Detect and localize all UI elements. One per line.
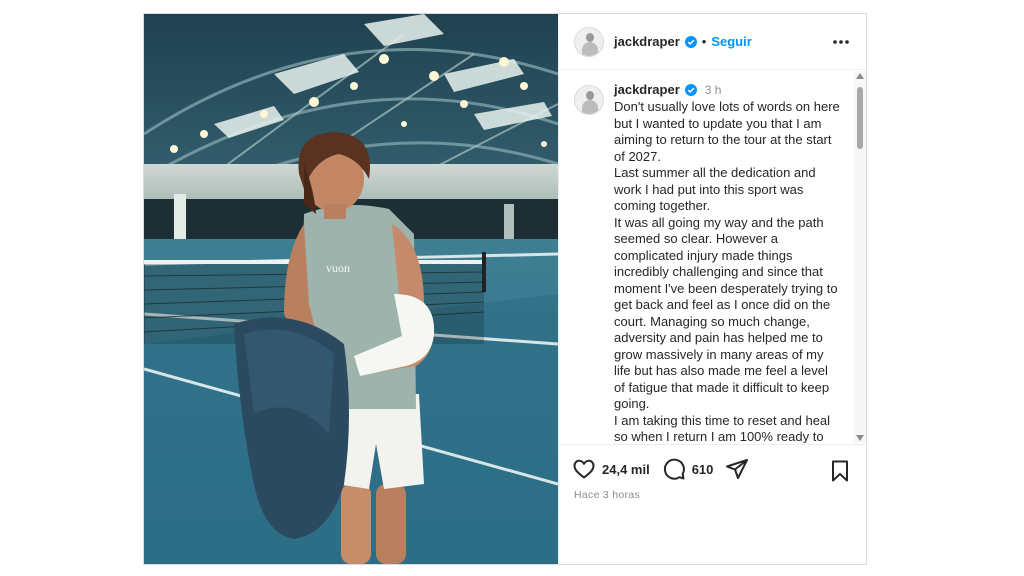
caption-paragraph: It was all going my way and the path see… xyxy=(614,214,838,412)
scroll-up-arrow-icon[interactable] xyxy=(856,73,864,79)
caption-body: jackdraper 3 h Don't usually love lots o… xyxy=(614,81,842,443)
like-button[interactable] xyxy=(572,457,596,481)
avatar-body xyxy=(582,41,598,56)
scroll-down-arrow-icon[interactable] xyxy=(856,435,864,441)
header-username[interactable]: jackdraper xyxy=(614,34,680,49)
post-photo[interactable]: vuon xyxy=(144,14,558,564)
caption-text: Don't usually love lots of words on here… xyxy=(614,99,842,443)
heart-icon xyxy=(573,459,595,479)
instagram-post: vuon jackdraper • Seguir jackdraper 3 h … xyxy=(143,13,867,565)
post-side-panel: jackdraper • Seguir jackdraper 3 h Don't… xyxy=(558,14,867,564)
comments-count[interactable]: 610 xyxy=(692,462,714,477)
post-header: jackdraper • Seguir xyxy=(559,14,867,70)
save-button[interactable] xyxy=(829,459,851,488)
share-icon xyxy=(726,459,749,479)
caption-paragraph: I am taking this time to reset and heal … xyxy=(614,412,831,444)
likes-count[interactable]: 24,4 mil xyxy=(602,462,650,477)
caption-avatar[interactable] xyxy=(574,85,604,115)
action-row: 24,4 mil 610 xyxy=(572,457,749,481)
shirt-logo-text: vuon xyxy=(326,261,350,275)
post-time-ago[interactable]: Hace 3 horas xyxy=(574,489,640,501)
verified-badge-icon xyxy=(684,84,697,96)
scroll-thumb[interactable] xyxy=(857,87,863,149)
follow-button[interactable]: Seguir xyxy=(711,34,751,49)
caption-username[interactable]: jackdraper xyxy=(614,82,680,99)
avatar-body xyxy=(582,100,598,114)
comment-icon xyxy=(663,458,685,480)
caption-time: 3 h xyxy=(704,82,722,97)
caption-paragraph: Last summer all the dedication and work … xyxy=(614,165,816,213)
caption-header: jackdraper 3 h xyxy=(614,81,842,99)
avatar[interactable] xyxy=(574,26,604,57)
share-button[interactable] xyxy=(725,457,749,481)
caption-paragraph: Don't usually love lots of words on here… xyxy=(614,99,840,164)
post-actions: 24,4 mil 610 Hace 3 horas xyxy=(559,444,867,564)
verified-badge-icon xyxy=(684,35,697,48)
separator-dot: • xyxy=(701,34,707,49)
avatar-head xyxy=(586,32,594,42)
caption-scrollbar[interactable] xyxy=(854,71,866,443)
avatar-head xyxy=(586,91,594,100)
tennis-player-photo: vuon xyxy=(144,14,558,564)
more-options-icon[interactable] xyxy=(831,32,851,52)
bookmark-icon xyxy=(832,460,848,482)
caption-area[interactable]: jackdraper 3 h Don't usually love lots o… xyxy=(559,71,867,443)
caption-row: jackdraper 3 h Don't usually love lots o… xyxy=(559,71,867,443)
comment-button[interactable] xyxy=(662,457,686,481)
